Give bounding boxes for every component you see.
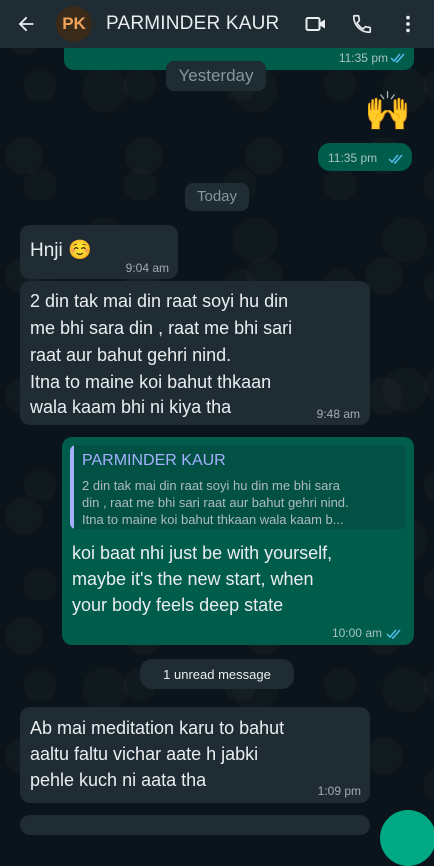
avatar[interactable]: PK: [56, 6, 92, 42]
message-line: aaltu faltu vichar aate h jabki: [30, 744, 259, 764]
message-time: 9:04 am: [125, 261, 169, 275]
chat-header: PK PARMINDER KAUR: [0, 0, 434, 48]
message-time: 11:35 pm: [338, 51, 388, 65]
message-outgoing-reply[interactable]: PARMINDER KAUR 2 din tak mai din raat so…: [62, 437, 414, 645]
date-chip-yesterday: Yesterday: [166, 61, 266, 91]
read-ticks-icon: [388, 154, 403, 164]
quote-accent-bar: [70, 445, 74, 529]
date-chip-today: Today: [185, 183, 249, 211]
message-line: me bhi sara din , raat me bhi sari: [30, 318, 293, 338]
message-text: Hnji ☺️: [30, 240, 92, 261]
back-arrow-icon[interactable]: [14, 12, 38, 36]
quote-line: din , raat me bhi sari raat aur bahut ge…: [82, 495, 349, 510]
phone-icon[interactable]: [350, 12, 374, 36]
emoji-message[interactable]: 🙌: [364, 88, 411, 136]
quote-line: 2 din tak mai din raat soyi hu din me bh…: [82, 478, 340, 493]
message-line: koi baat nhi just be with yourself,: [72, 543, 333, 563]
contact-name[interactable]: PARMINDER KAUR: [106, 13, 304, 35]
message-time: 1:09 pm: [317, 784, 361, 798]
message-incoming-partial[interactable]: [20, 815, 370, 835]
read-ticks-icon: [386, 629, 401, 639]
unread-message-divider: 1 unread message: [140, 659, 294, 689]
message-line: your body feels deep state: [72, 595, 284, 615]
video-call-icon[interactable]: [304, 12, 328, 36]
message-line: maybe it's the new start, when: [72, 569, 314, 589]
more-vert-icon[interactable]: [396, 12, 420, 36]
message-line: Itna to maine koi bahut thkaan: [30, 372, 272, 392]
message-incoming-last[interactable]: Ab mai meditation karu to bahut aaltu fa…: [20, 707, 370, 803]
emoji-time-chip: 11:35 pm: [318, 143, 412, 171]
quote-text: 2 din tak mai din raat soyi hu din me bh…: [82, 477, 398, 528]
quote-sender-name: PARMINDER KAUR: [82, 452, 226, 469]
scroll-down-button[interactable]: [380, 810, 434, 866]
message-line: pehle kuch ni aata tha: [30, 770, 207, 790]
message-line: wala kaam bhi ni kiya tha: [30, 397, 232, 417]
message-incoming-hnji[interactable]: Hnji ☺️ 9:04 am: [20, 225, 178, 279]
read-ticks-icon: [390, 53, 405, 63]
message-line: raat aur bahut gehri nind.: [30, 345, 232, 365]
message-line: 2 din tak mai din raat soyi hu din: [30, 291, 289, 311]
quote-line: Itna to maine koi bahut thkaan wala kaam…: [82, 512, 344, 527]
message-time: 11:35 pm: [328, 151, 378, 165]
quoted-message[interactable]: PARMINDER KAUR 2 din tak mai din raat so…: [70, 445, 406, 529]
message-incoming-long[interactable]: 2 din tak mai din raat soyi hu din me bh…: [20, 281, 370, 425]
message-time: 10:00 am: [331, 626, 382, 640]
message-time: 9:48 am: [316, 407, 360, 421]
message-line: Ab mai meditation karu to bahut: [30, 718, 285, 738]
